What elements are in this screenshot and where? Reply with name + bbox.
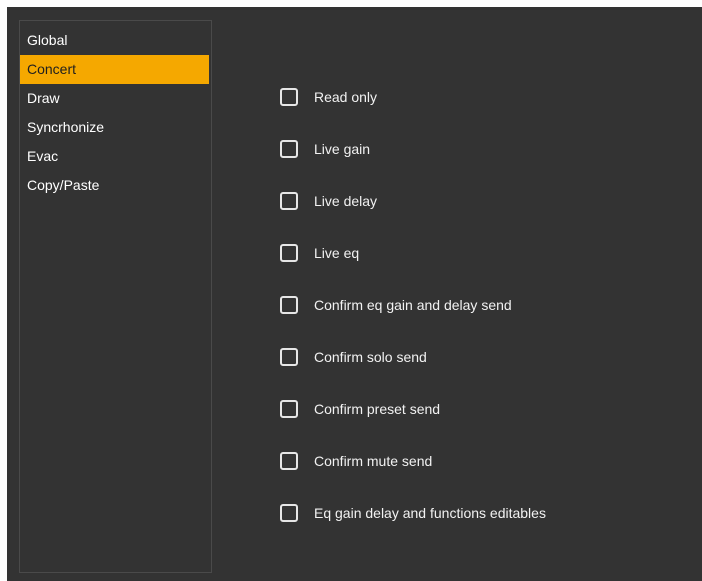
read-only-label: Read only [314,89,378,105]
sidebar-item-draw[interactable]: Draw [20,84,209,113]
confirm-preset-send-checkbox[interactable] [280,400,298,418]
option-eq-gain-delay-functions-editables[interactable]: Eq gain delay and functions editables [280,487,546,539]
live-delay-checkbox[interactable] [280,192,298,210]
confirm-preset-send-label: Confirm preset send [314,401,441,417]
sidebar-item-copy-paste[interactable]: Copy/Paste [20,171,209,200]
option-confirm-eq-gain-delay-send[interactable]: Confirm eq gain and delay send [280,279,546,331]
option-confirm-preset-send[interactable]: Confirm preset send [280,383,546,435]
settings-category-list: Global Concert Draw Syncrhonize Evac Cop… [19,20,212,573]
live-delay-label: Live delay [314,193,378,209]
sidebar-item-synchronize[interactable]: Syncrhonize [20,113,209,142]
live-eq-checkbox[interactable] [280,244,298,262]
sidebar-item-evac[interactable]: Evac [20,142,209,171]
eq-gain-delay-functions-editables-label: Eq gain delay and functions editables [314,505,546,521]
option-read-only[interactable]: Read only [280,71,546,123]
confirm-eq-gain-delay-send-label: Confirm eq gain and delay send [314,297,512,313]
sidebar-item-concert[interactable]: Concert [20,55,209,84]
settings-window: Global Concert Draw Syncrhonize Evac Cop… [7,7,702,581]
live-gain-checkbox[interactable] [280,140,298,158]
confirm-eq-gain-delay-send-checkbox[interactable] [280,296,298,314]
eq-gain-delay-functions-editables-checkbox[interactable] [280,504,298,522]
sidebar-item-global[interactable]: Global [20,26,209,55]
option-confirm-solo-send[interactable]: Confirm solo send [280,331,546,383]
confirm-mute-send-label: Confirm mute send [314,453,433,469]
option-confirm-mute-send[interactable]: Confirm mute send [280,435,546,487]
option-live-delay[interactable]: Live delay [280,175,546,227]
live-gain-label: Live gain [314,141,371,157]
option-live-eq[interactable]: Live eq [280,227,546,279]
option-live-gain[interactable]: Live gain [280,123,546,175]
confirm-solo-send-label: Confirm solo send [314,349,427,365]
read-only-checkbox[interactable] [280,88,298,106]
confirm-mute-send-checkbox[interactable] [280,452,298,470]
concert-options-panel: Read only Live gain Live delay Live eq C… [280,71,546,539]
confirm-solo-send-checkbox[interactable] [280,348,298,366]
live-eq-label: Live eq [314,245,360,261]
